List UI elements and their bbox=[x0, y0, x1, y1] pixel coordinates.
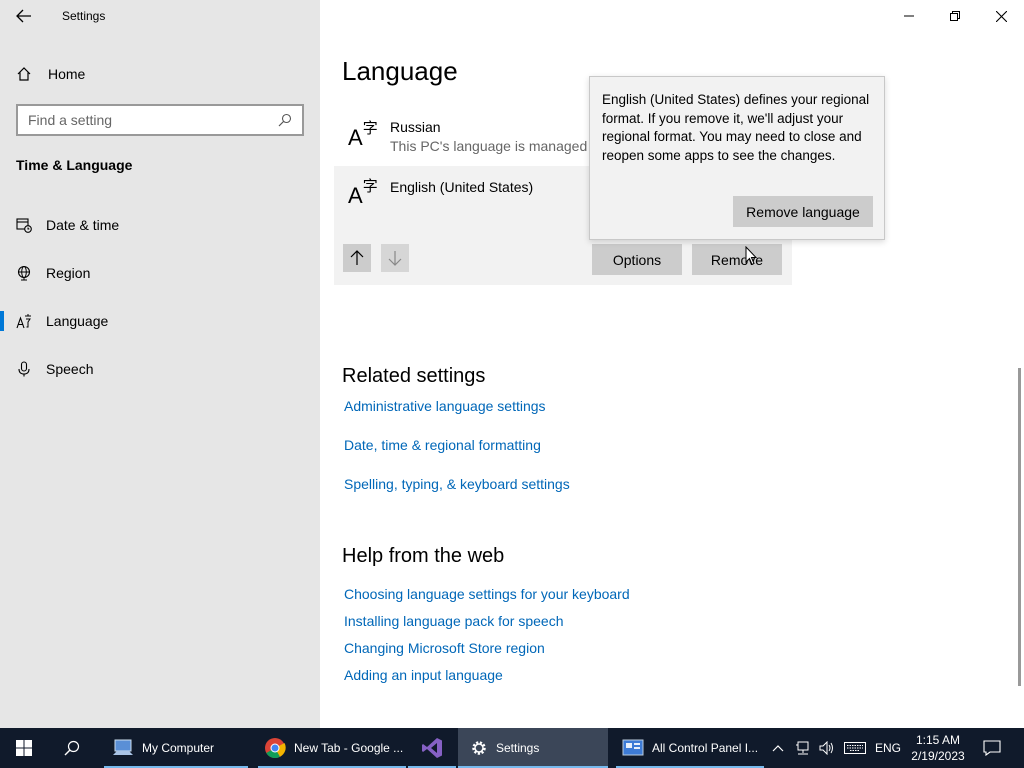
sidebar-item-region[interactable]: Region bbox=[0, 253, 320, 293]
taskbar-app-visual-studio[interactable] bbox=[408, 728, 456, 768]
action-center-button[interactable] bbox=[976, 728, 1008, 768]
minimize-button[interactable] bbox=[886, 0, 932, 32]
touch-keyboard-button[interactable] bbox=[842, 728, 868, 768]
app-title: Settings bbox=[62, 9, 106, 23]
search-box[interactable] bbox=[16, 104, 304, 136]
taskbar-app-chrome[interactable]: New Tab - Google ... bbox=[258, 728, 406, 768]
sidebar: Settings Home Time & Language Date & tim… bbox=[0, 0, 320, 728]
sidebar-item-language[interactable]: Language bbox=[0, 301, 320, 341]
link-administrative-language-settings[interactable]: Administrative language settings bbox=[344, 398, 546, 414]
input-language-indicator[interactable]: ENG bbox=[872, 728, 904, 768]
language-icon bbox=[16, 314, 31, 329]
globe-icon bbox=[17, 265, 31, 281]
home-icon bbox=[17, 67, 31, 81]
calendar-clock-icon bbox=[16, 218, 32, 233]
move-down-button[interactable] bbox=[381, 244, 409, 272]
flyout-message: English (United States) defines your reg… bbox=[602, 92, 870, 163]
sidebar-item-label: Language bbox=[46, 313, 109, 329]
link-date-time-regional-formatting[interactable]: Date, time & regional formatting bbox=[344, 437, 541, 453]
section-title: Time & Language bbox=[16, 157, 133, 173]
taskbar-app-my-computer[interactable]: My Computer bbox=[104, 728, 248, 768]
search-icon bbox=[64, 740, 80, 756]
sidebar-item-label: Speech bbox=[46, 361, 94, 377]
search-icon[interactable] bbox=[278, 113, 292, 127]
close-icon bbox=[995, 10, 1007, 22]
language-name: Russian bbox=[390, 119, 441, 135]
network-button[interactable] bbox=[792, 728, 814, 768]
chevron-up-icon bbox=[772, 745, 784, 752]
keyboard-icon bbox=[844, 742, 866, 754]
link-choosing-language-settings[interactable]: Choosing language settings for your keyb… bbox=[344, 586, 630, 602]
control-panel-icon bbox=[622, 739, 644, 756]
network-icon bbox=[796, 741, 809, 755]
link-adding-input-language[interactable]: Adding an input language bbox=[344, 667, 503, 683]
remove-button[interactable]: Remove bbox=[692, 244, 782, 275]
link-installing-language-pack[interactable]: Installing language pack for speech bbox=[344, 613, 563, 629]
options-button[interactable]: Options bbox=[592, 244, 682, 275]
computer-icon bbox=[113, 739, 133, 755]
clock[interactable]: 1:15 AM 2/19/2023 bbox=[908, 732, 968, 764]
taskbar: My Computer New Tab - Google ... Setting… bbox=[0, 728, 1024, 768]
start-button[interactable] bbox=[0, 728, 48, 768]
chrome-icon bbox=[265, 738, 286, 759]
language-glyph-icon: A字 bbox=[348, 120, 378, 150]
scrollbar[interactable] bbox=[1018, 368, 1021, 686]
taskbar-app-label: Settings bbox=[496, 741, 540, 755]
language-name: English (United States) bbox=[390, 179, 534, 195]
remove-confirmation-flyout: English (United States) defines your reg… bbox=[589, 76, 885, 240]
move-up-button[interactable] bbox=[343, 244, 371, 272]
notification-icon bbox=[983, 740, 1001, 756]
taskbar-app-settings[interactable]: Settings bbox=[458, 728, 608, 768]
taskbar-app-control-panel[interactable]: All Control Panel I... bbox=[616, 728, 764, 768]
taskbar-app-label: All Control Panel I... bbox=[652, 741, 759, 755]
show-hidden-icons-button[interactable] bbox=[768, 728, 788, 768]
microphone-icon bbox=[18, 361, 30, 377]
language-subtitle: This PC's language is managed b bbox=[390, 138, 599, 154]
home-nav-item[interactable]: Home bbox=[16, 62, 85, 86]
gear-icon bbox=[472, 741, 486, 755]
link-spelling-typing-keyboard-settings[interactable]: Spelling, typing, & keyboard settings bbox=[344, 476, 570, 492]
close-button[interactable] bbox=[978, 0, 1024, 32]
related-settings-heading: Related settings bbox=[342, 365, 486, 387]
back-arrow-icon[interactable] bbox=[10, 4, 38, 28]
taskbar-search-button[interactable] bbox=[48, 728, 96, 768]
taskbar-app-label: My Computer bbox=[142, 741, 215, 755]
remove-language-button[interactable]: Remove language bbox=[733, 196, 873, 227]
restore-button[interactable] bbox=[932, 0, 978, 32]
link-changing-store-region[interactable]: Changing Microsoft Store region bbox=[344, 640, 545, 656]
sidebar-item-date-time[interactable]: Date & time bbox=[0, 205, 320, 245]
visual-studio-icon bbox=[422, 738, 442, 758]
arrow-down-icon bbox=[388, 251, 402, 266]
page-title: Language bbox=[342, 56, 458, 86]
help-heading: Help from the web bbox=[342, 545, 505, 567]
windows-logo-icon bbox=[16, 740, 32, 756]
minimize-icon bbox=[904, 15, 914, 17]
restore-icon bbox=[950, 11, 960, 21]
speaker-icon bbox=[819, 741, 833, 755]
arrow-up-icon bbox=[350, 250, 364, 265]
language-glyph-icon: A字 bbox=[348, 178, 378, 208]
sidebar-item-speech[interactable]: Speech bbox=[0, 349, 320, 389]
clock-date: 2/19/2023 bbox=[911, 749, 965, 763]
home-label: Home bbox=[48, 66, 86, 82]
taskbar-app-label: New Tab - Google ... bbox=[294, 741, 404, 755]
volume-button[interactable] bbox=[816, 728, 838, 768]
clock-time: 1:15 AM bbox=[915, 733, 961, 747]
sidebar-item-label: Region bbox=[46, 265, 91, 281]
sidebar-item-label: Date & time bbox=[46, 217, 120, 233]
search-input[interactable] bbox=[28, 112, 268, 128]
mouse-cursor-icon bbox=[745, 246, 757, 266]
